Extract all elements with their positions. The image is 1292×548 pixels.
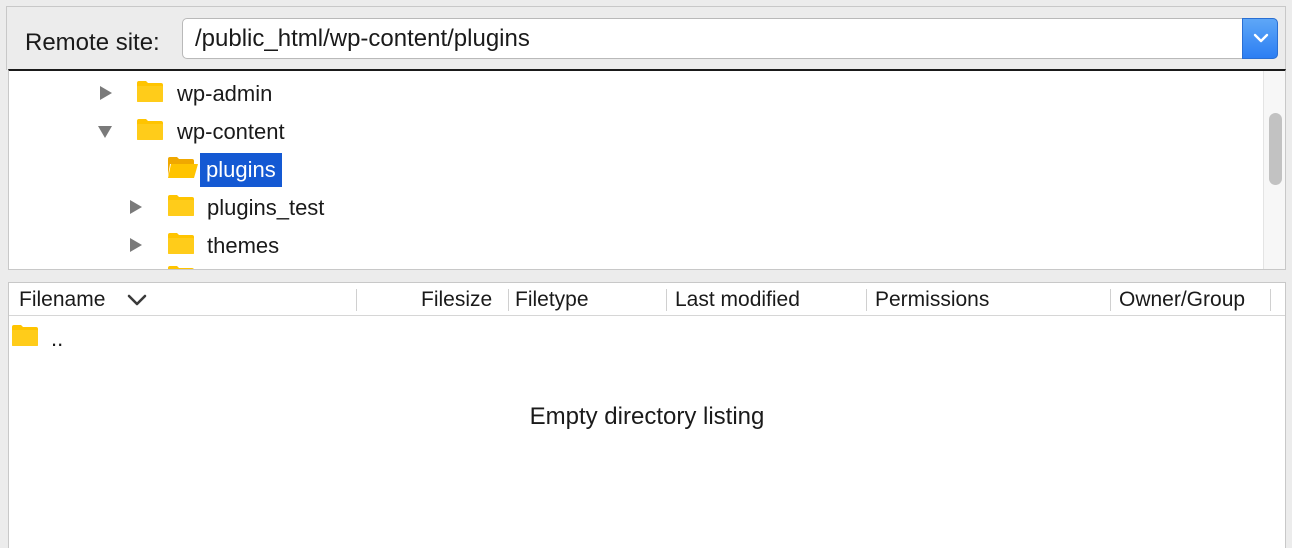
folder-icon xyxy=(137,81,163,102)
sort-descending-icon[interactable] xyxy=(127,293,147,307)
remote-path-combobox[interactable] xyxy=(182,18,1278,59)
chevron-down-icon xyxy=(1253,33,1269,43)
column-divider[interactable] xyxy=(1270,289,1271,311)
tree-item-label: plugins_test xyxy=(207,195,325,220)
folder-icon xyxy=(168,266,194,269)
remote-site-label: Remote site: xyxy=(25,29,160,56)
disclosure-collapsed-icon[interactable] xyxy=(98,85,114,101)
column-header-filesize[interactable]: Filesize xyxy=(421,283,492,316)
column-header-filetype[interactable]: Filetype xyxy=(515,283,589,316)
tree-item-plugins[interactable]: plugins xyxy=(9,149,1259,187)
disclosure-collapsed-icon[interactable] xyxy=(128,237,144,253)
tree-item-wp-content[interactable]: wp-content xyxy=(9,111,1259,149)
tree-item-label: wp-content xyxy=(177,119,285,144)
folder-icon xyxy=(168,233,194,254)
tree-item-label: themes xyxy=(207,233,280,258)
remote-site-bar: Remote site: xyxy=(6,6,1286,70)
column-divider[interactable] xyxy=(866,289,867,311)
file-name: .. xyxy=(51,326,64,351)
path-dropdown-button[interactable] xyxy=(1242,18,1278,59)
column-header-owner-group[interactable]: Owner/Group xyxy=(1119,283,1245,316)
column-divider[interactable] xyxy=(1110,289,1111,311)
column-divider[interactable] xyxy=(666,289,667,311)
tree-item-plugins-test[interactable]: plugins_test xyxy=(9,187,1259,225)
file-list-header: Filename Filesize Filetype Last modified… xyxy=(9,283,1285,316)
tree-item-label: wp-admin xyxy=(177,81,273,106)
disclosure-collapsed-icon[interactable] xyxy=(128,199,144,215)
list-item-parent-directory[interactable]: .. xyxy=(9,319,1285,353)
column-header-filename[interactable]: Filename xyxy=(19,283,105,316)
tree-item-themes[interactable]: themes xyxy=(9,225,1259,263)
folder-icon xyxy=(168,195,194,216)
folder-icon xyxy=(137,119,163,140)
tree-item-label: plugins xyxy=(200,153,282,187)
tree-scrollbar-thumb[interactable] xyxy=(1269,113,1282,185)
remote-path-input[interactable] xyxy=(189,19,1239,58)
empty-directory-message: Empty directory listing xyxy=(529,403,765,430)
remote-directory-tree[interactable]: wp-admin wp-content plugins plugins_test xyxy=(8,69,1286,270)
remote-file-list[interactable]: Filename Filesize Filetype Last modified… xyxy=(8,282,1286,548)
column-divider[interactable] xyxy=(356,289,357,311)
column-divider[interactable] xyxy=(508,289,509,311)
column-header-last-modified[interactable]: Last modified xyxy=(675,283,800,316)
open-folder-icon xyxy=(168,157,198,178)
tree-item-wp-admin[interactable]: wp-admin xyxy=(9,73,1259,111)
tree-scrollbar[interactable] xyxy=(1263,71,1285,269)
folder-icon xyxy=(12,325,38,346)
column-header-permissions[interactable]: Permissions xyxy=(875,283,989,316)
disclosure-expanded-icon[interactable] xyxy=(97,124,113,140)
